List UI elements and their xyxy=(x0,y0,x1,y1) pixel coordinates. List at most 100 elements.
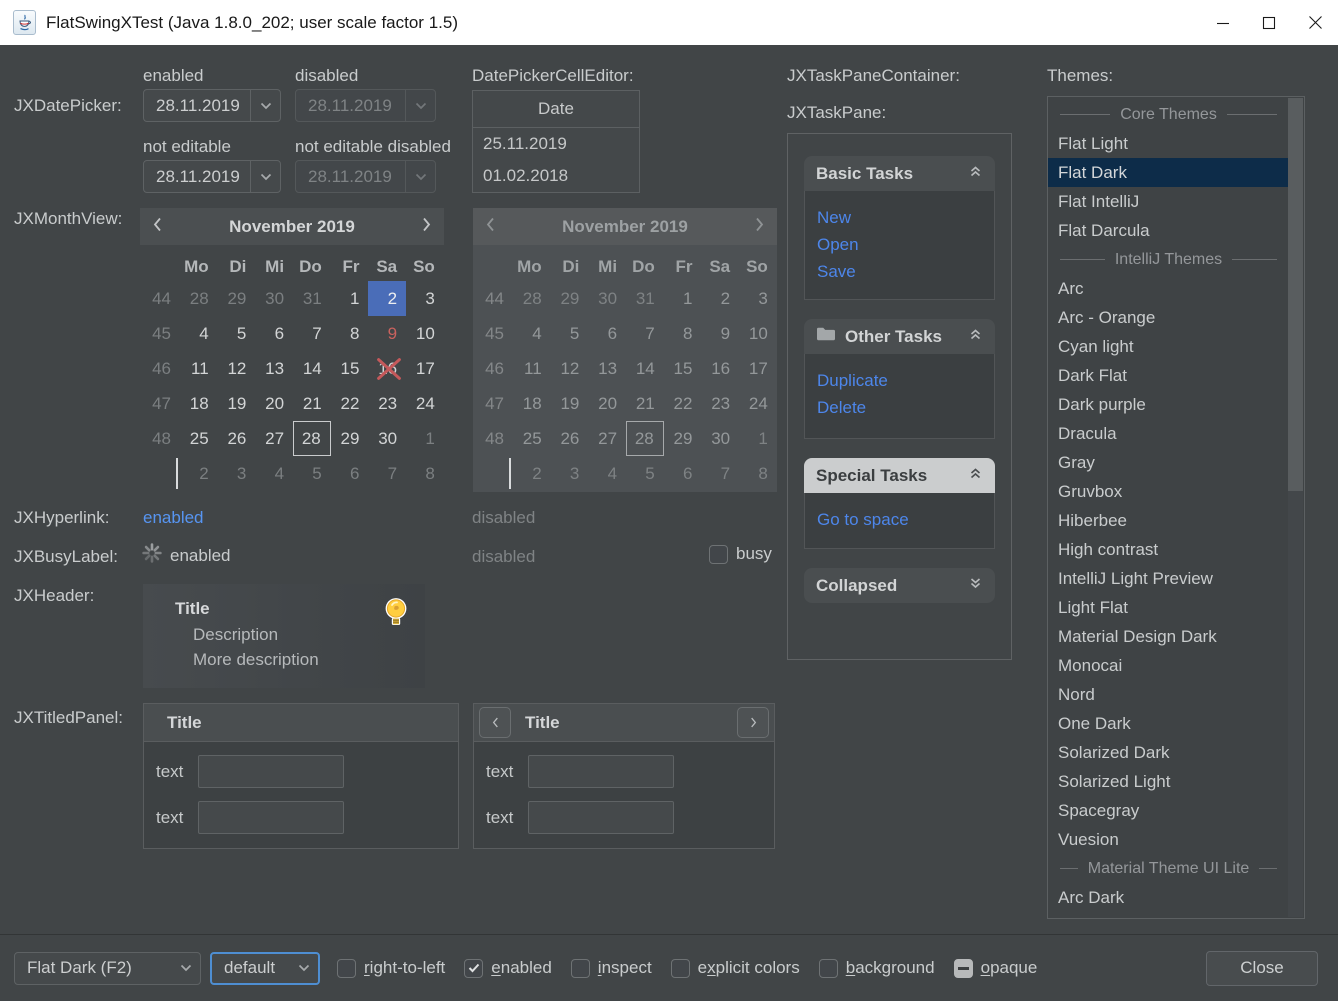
calendar-day-cell[interactable]: 2 xyxy=(180,456,218,491)
theme-list-item[interactable]: Light Flat xyxy=(1048,593,1289,622)
mode-combobox[interactable]: default xyxy=(210,952,320,985)
calendar-day-cell[interactable]: 14 xyxy=(293,351,331,386)
calendar-day-cell[interactable]: 1 xyxy=(406,421,444,456)
calendar-day-cell[interactable]: 23 xyxy=(368,386,406,421)
taskpane-action-link[interactable]: Go to space xyxy=(817,506,982,533)
chevron-down-icon[interactable] xyxy=(250,161,280,192)
taskpane-action-link[interactable]: Save xyxy=(817,258,982,285)
text-input[interactable] xyxy=(198,755,344,788)
checkbox-box[interactable] xyxy=(671,959,690,978)
calendar-day-cell[interactable]: 29 xyxy=(331,421,369,456)
themes-scrollbar-thumb[interactable] xyxy=(1288,98,1303,491)
theme-list-item[interactable]: Arc Dark Contrast xyxy=(1048,912,1289,919)
calendar-day-cell[interactable]: 25 xyxy=(180,421,218,456)
calendar-day-cell[interactable]: 3 xyxy=(406,281,444,316)
taskpane-header[interactable]: Collapsed xyxy=(804,568,995,603)
calendar-day-cell[interactable]: 28 xyxy=(180,281,218,316)
calendar-day-cell[interactable]: 1 xyxy=(331,281,369,316)
theme-list-item[interactable]: Flat Light xyxy=(1048,129,1289,158)
calendar-day-cell[interactable]: 7 xyxy=(368,456,406,491)
calendar-day-cell[interactable]: 24 xyxy=(406,386,444,421)
checkbox-right-to-left[interactable]: right-to-left xyxy=(337,958,445,978)
calendar-day-cell[interactable]: 9 xyxy=(368,316,406,351)
calendar-day-cell[interactable]: 31 xyxy=(293,281,331,316)
checkbox-box[interactable] xyxy=(819,959,838,978)
calendar-day-cell[interactable]: 5 xyxy=(293,456,331,491)
calendar-day-cell[interactable]: 8 xyxy=(331,316,369,351)
calendar-day-cell[interactable]: 27 xyxy=(255,421,293,456)
datepicker-combobox[interactable]: 28.11.2019 xyxy=(143,160,281,193)
theme-list-item[interactable]: Flat Dark xyxy=(1048,158,1289,187)
prev-button[interactable] xyxy=(479,707,511,738)
calendar-day-cell[interactable]: 13 xyxy=(255,351,293,386)
theme-list-item[interactable]: Monocai xyxy=(1048,651,1289,680)
theme-list-item[interactable]: Arc Dark xyxy=(1048,883,1289,912)
calendar-day-cell[interactable]: 17 xyxy=(406,351,444,386)
theme-list-item[interactable]: One Dark xyxy=(1048,709,1289,738)
hyperlink-enabled[interactable]: enabled xyxy=(143,508,204,528)
theme-list-item[interactable]: Dracula xyxy=(1048,419,1289,448)
calendar-day-cell[interactable]: 18 xyxy=(180,386,218,421)
taskpane-action-link[interactable]: Open xyxy=(817,231,982,258)
datepicker-combobox[interactable]: 28.11.2019 xyxy=(143,89,281,122)
theme-list-item[interactable]: High contrast xyxy=(1048,535,1289,564)
theme-list-item[interactable]: IntelliJ Light Preview xyxy=(1048,564,1289,593)
calendar-day-cell[interactable]: 29 xyxy=(218,281,256,316)
taskpane-header[interactable]: Basic Tasks xyxy=(804,156,995,191)
checkbox-box[interactable] xyxy=(464,959,483,978)
checkbox-box[interactable] xyxy=(954,959,973,978)
calendar-day-cell[interactable]: 22 xyxy=(331,386,369,421)
calendar-day-cell[interactable]: 19 xyxy=(218,386,256,421)
theme-list-item[interactable]: Gray xyxy=(1048,448,1289,477)
taskpane-action-link[interactable]: Duplicate xyxy=(817,367,982,394)
theme-list-item[interactable]: Cyan light xyxy=(1048,332,1289,361)
checkbox-box[interactable] xyxy=(571,959,590,978)
theme-list-item[interactable]: Flat IntelliJ xyxy=(1048,187,1289,216)
table-row[interactable]: 01.02.2018 xyxy=(473,160,639,192)
calendar-day-cell[interactable]: 5 xyxy=(218,316,256,351)
calendar-day-cell[interactable]: 7 xyxy=(293,316,331,351)
calendar-day-cell[interactable]: 26 xyxy=(218,421,256,456)
maximize-icon[interactable] xyxy=(1246,0,1292,45)
calendar-day-cell[interactable]: 8 xyxy=(406,456,444,491)
theme-list-item[interactable]: Solarized Light xyxy=(1048,767,1289,796)
minimize-icon[interactable] xyxy=(1200,0,1246,45)
theme-list-item[interactable]: Hiberbee xyxy=(1048,506,1289,535)
themes-scrollbar[interactable] xyxy=(1288,98,1303,917)
theme-combobox[interactable]: Flat Dark (F2) xyxy=(14,952,201,985)
calendar-day-cell[interactable]: 20 xyxy=(255,386,293,421)
checkbox-box[interactable] xyxy=(337,959,356,978)
taskpane-header[interactable]: Other Tasks xyxy=(804,319,995,354)
calendar-day-cell[interactable]: 28 xyxy=(293,421,331,456)
taskpane-action-link[interactable]: New xyxy=(817,204,982,231)
busy-checkbox[interactable]: busy xyxy=(709,544,772,564)
checkbox-opaque[interactable]: opaque xyxy=(954,958,1038,978)
text-input[interactable] xyxy=(198,801,344,834)
calendar-day-cell[interactable]: 3 xyxy=(218,456,256,491)
checkbox-background[interactable]: background xyxy=(819,958,935,978)
calendar-day-cell[interactable]: 21 xyxy=(293,386,331,421)
theme-list-item[interactable]: Material Design Dark xyxy=(1048,622,1289,651)
checkbox-inspect[interactable]: inspect xyxy=(571,958,652,978)
checkbox-enabled[interactable]: enabled xyxy=(464,958,552,978)
chevron-left-icon[interactable] xyxy=(153,217,162,237)
calendar-day-cell[interactable]: 4 xyxy=(255,456,293,491)
chevron-right-icon[interactable] xyxy=(422,217,431,237)
calendar-day-cell[interactable]: 16 xyxy=(368,351,406,386)
taskpane-header[interactable]: Special Tasks xyxy=(804,458,995,493)
calendar-day-cell[interactable]: 11 xyxy=(180,351,218,386)
theme-list-item[interactable]: Flat Darcula xyxy=(1048,216,1289,245)
close-button[interactable]: Close xyxy=(1206,951,1318,986)
theme-list-item[interactable]: Gruvbox xyxy=(1048,477,1289,506)
text-input[interactable] xyxy=(528,755,674,788)
theme-list-item[interactable]: Spacegray xyxy=(1048,796,1289,825)
theme-list-item[interactable]: Arc xyxy=(1048,274,1289,303)
calendar-day-cell[interactable]: 30 xyxy=(255,281,293,316)
calendar-day-cell[interactable]: 30 xyxy=(368,421,406,456)
calendar-day-cell[interactable]: 6 xyxy=(255,316,293,351)
busy-checkbox-box[interactable] xyxy=(709,545,728,564)
theme-list-item[interactable]: Dark Flat xyxy=(1048,361,1289,390)
chevron-down-icon[interactable] xyxy=(250,90,280,121)
text-input[interactable] xyxy=(528,801,674,834)
calendar-day-cell[interactable]: 4 xyxy=(180,316,218,351)
